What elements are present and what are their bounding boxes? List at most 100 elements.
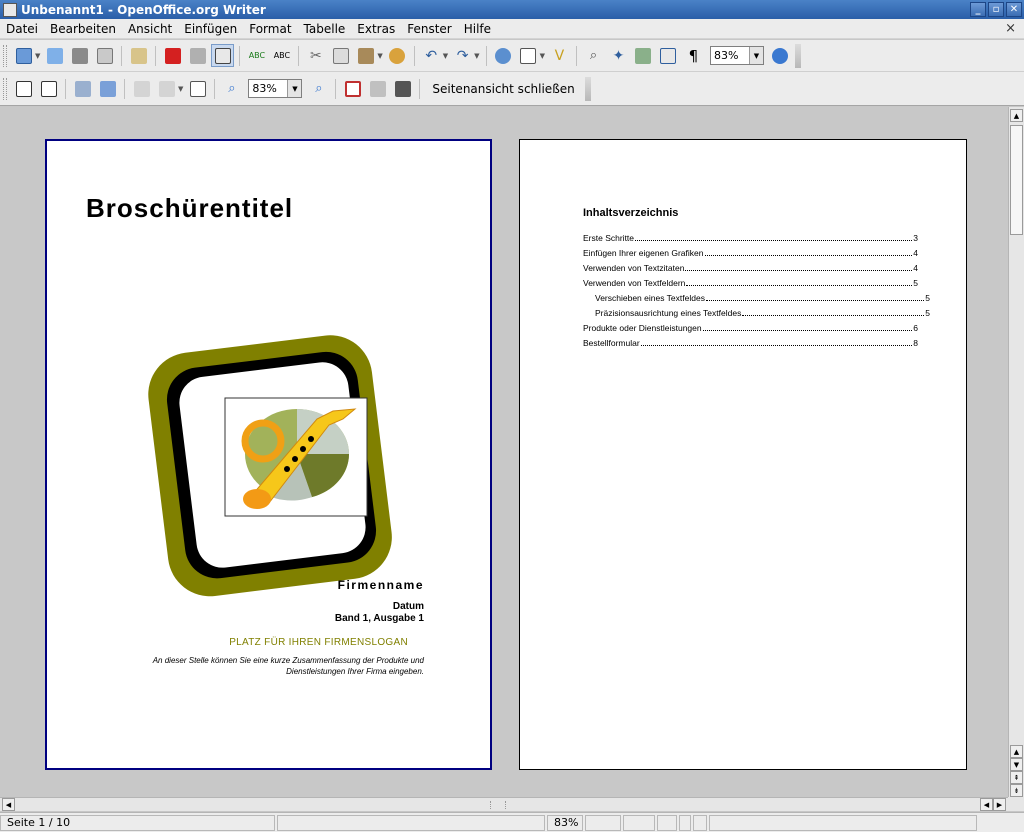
multiple-pages-icon[interactable] [155, 77, 178, 100]
multiple-pages-dropdown-icon[interactable]: ▼ [178, 85, 183, 93]
format-paintbrush-icon[interactable] [386, 44, 409, 67]
toolbar-overflow-icon[interactable] [794, 43, 801, 68]
next-page-icon[interactable] [37, 77, 60, 100]
paste-dropdown-icon[interactable]: ▼ [377, 52, 382, 60]
new-dropdown-icon[interactable]: ▼ [35, 52, 40, 60]
scroll-left-icon[interactable]: ◀ [2, 798, 15, 811]
email-icon[interactable] [93, 44, 116, 67]
minimize-icon[interactable]: _ [970, 2, 986, 17]
print-page-view-icon[interactable] [391, 77, 414, 100]
preview-page-2[interactable]: Inhaltsverzeichnis Erste Schritte 3 Einfü… [519, 139, 967, 770]
print-options-icon[interactable] [366, 77, 389, 100]
toolbar-grip[interactable] [3, 44, 7, 67]
close-document-icon[interactable]: × [1005, 21, 1016, 36]
summary-line: An dieser Stelle können Sie eine kurze Z… [152, 656, 424, 665]
toc-entry[interactable]: Verschieben eines Textfeldes 5 [583, 293, 930, 308]
full-screen-icon[interactable] [341, 77, 364, 100]
navigator-icon[interactable]: ✦ [607, 44, 630, 67]
table-icon[interactable] [517, 44, 540, 67]
menu-hilfe[interactable]: Hilfe [458, 22, 497, 36]
horizontal-scrollbar[interactable]: ◀ ◀ ▶ [0, 797, 1008, 811]
scroll-right-icon[interactable]: ▶ [993, 798, 1006, 811]
undo-dropdown-icon[interactable]: ▼ [443, 52, 448, 60]
app-icon[interactable] [3, 2, 17, 17]
next-page-nav-icon[interactable]: ⇟ [1010, 784, 1023, 797]
selection-mode-field[interactable] [623, 814, 655, 831]
spellcheck-icon[interactable]: ABC [245, 44, 268, 67]
zoom-in-icon[interactable]: ⌕ [220, 77, 243, 100]
chevron-down-icon[interactable]: ▼ [748, 47, 763, 64]
toc-entry[interactable]: Produkte oder Dienstleistungen 6 [583, 323, 918, 338]
scroll-left-icon[interactable]: ◀ [980, 798, 993, 811]
insert-mode-field[interactable] [585, 814, 621, 831]
toc-entry[interactable]: Verwenden von Textfeldern 5 [583, 278, 918, 293]
horizontal-scroll-grip[interactable] [490, 801, 506, 809]
page-style-field[interactable] [277, 814, 545, 831]
toc-entry[interactable]: Erste Schritte 3 [583, 233, 918, 248]
print-icon[interactable] [186, 44, 209, 67]
redo-dropdown-icon[interactable]: ▼ [474, 52, 479, 60]
show-draw-functions-icon[interactable]: V [548, 44, 571, 67]
zoom-select[interactable]: 83% ▼ [709, 46, 764, 65]
previous-page-icon[interactable] [12, 77, 35, 100]
help-icon[interactable] [769, 44, 792, 67]
menu-format[interactable]: Format [243, 22, 297, 36]
find-replace-icon[interactable]: ⌕ [582, 44, 605, 67]
vertical-scroll-thumb[interactable] [1010, 125, 1023, 235]
toc-entry[interactable]: Präzisionsausrichtung eines Textfeldes 5 [583, 308, 930, 323]
open-icon[interactable] [43, 44, 66, 67]
document-modified-field[interactable] [657, 814, 677, 831]
two-pages-icon[interactable] [130, 77, 153, 100]
toc-entry[interactable]: Einfügen Ihrer eigenen Grafiken 4 [583, 248, 918, 263]
to-document-begin-icon[interactable] [71, 77, 94, 100]
zoom-out-icon[interactable]: ⌕ [307, 77, 330, 100]
toc-entry[interactable]: Bestellformular 8 [583, 338, 918, 353]
to-document-end-icon[interactable] [96, 77, 119, 100]
toolbar-grip[interactable] [3, 77, 7, 100]
zoom-indicator[interactable]: 83% [547, 814, 583, 831]
save-icon[interactable] [68, 44, 91, 67]
document-workspace[interactable]: Broschürentitel Firmenname Datum Band 1,… [0, 107, 1008, 797]
redo-icon[interactable]: ↷ [451, 44, 474, 67]
toolbar-overflow-icon[interactable] [584, 76, 591, 101]
menu-datei[interactable]: Datei [0, 22, 44, 36]
new-document-icon[interactable] [12, 44, 35, 67]
scroll-up-icon[interactable]: ▲ [1010, 745, 1023, 758]
paste-icon[interactable] [354, 44, 377, 67]
menu-tabelle[interactable]: Tabelle [298, 22, 352, 36]
toc-entry-text: Erste Schritte [583, 233, 635, 243]
menu-extras[interactable]: Extras [351, 22, 401, 36]
undo-icon[interactable]: ↶ [420, 44, 443, 67]
preview-page-1[interactable]: Broschürentitel Firmenname Datum Band 1,… [45, 139, 492, 770]
gallery-icon[interactable] [632, 44, 655, 67]
edit-file-icon[interactable] [127, 44, 150, 67]
menu-bearbeiten[interactable]: Bearbeiten [44, 22, 122, 36]
object-info-field[interactable] [693, 814, 707, 831]
close-icon[interactable]: ✕ [1006, 2, 1022, 17]
digital-signature-field[interactable] [679, 814, 691, 831]
autospellcheck-icon[interactable]: ABC [270, 44, 293, 67]
export-pdf-icon[interactable] [161, 44, 184, 67]
toc-leader [635, 240, 913, 241]
chevron-down-icon[interactable]: ▼ [287, 80, 302, 97]
vertical-scrollbar[interactable]: ▲ ▲ ▼ ⇞ ⇟ [1008, 107, 1024, 797]
nonprinting-characters-icon[interactable]: ¶ [682, 44, 705, 67]
table-dropdown-icon[interactable]: ▼ [540, 52, 545, 60]
toc-entry[interactable]: Verwenden von Textzitaten 4 [583, 263, 918, 278]
menu-ansicht[interactable]: Ansicht [122, 22, 178, 36]
book-preview-icon[interactable] [186, 77, 209, 100]
data-sources-icon[interactable] [657, 44, 680, 67]
scroll-down-icon[interactable]: ▼ [1010, 758, 1023, 771]
previous-page-nav-icon[interactable]: ⇞ [1010, 771, 1023, 784]
restore-icon[interactable]: ▫ [988, 2, 1004, 17]
menu-fenster[interactable]: Fenster [401, 22, 458, 36]
menu-einfuegen[interactable]: Einfügen [178, 22, 243, 36]
cut-icon[interactable]: ✂ [304, 44, 327, 67]
preview-zoom-select[interactable]: 83% ▼ [248, 79, 303, 98]
page-indicator[interactable]: Seite 1 / 10 [0, 814, 275, 831]
close-preview-button[interactable]: Seitenansicht schließen [424, 82, 582, 96]
hyperlink-icon[interactable] [492, 44, 515, 67]
copy-icon[interactable] [329, 44, 352, 67]
scroll-up-icon[interactable]: ▲ [1010, 109, 1023, 122]
page-preview-icon[interactable] [211, 44, 235, 67]
